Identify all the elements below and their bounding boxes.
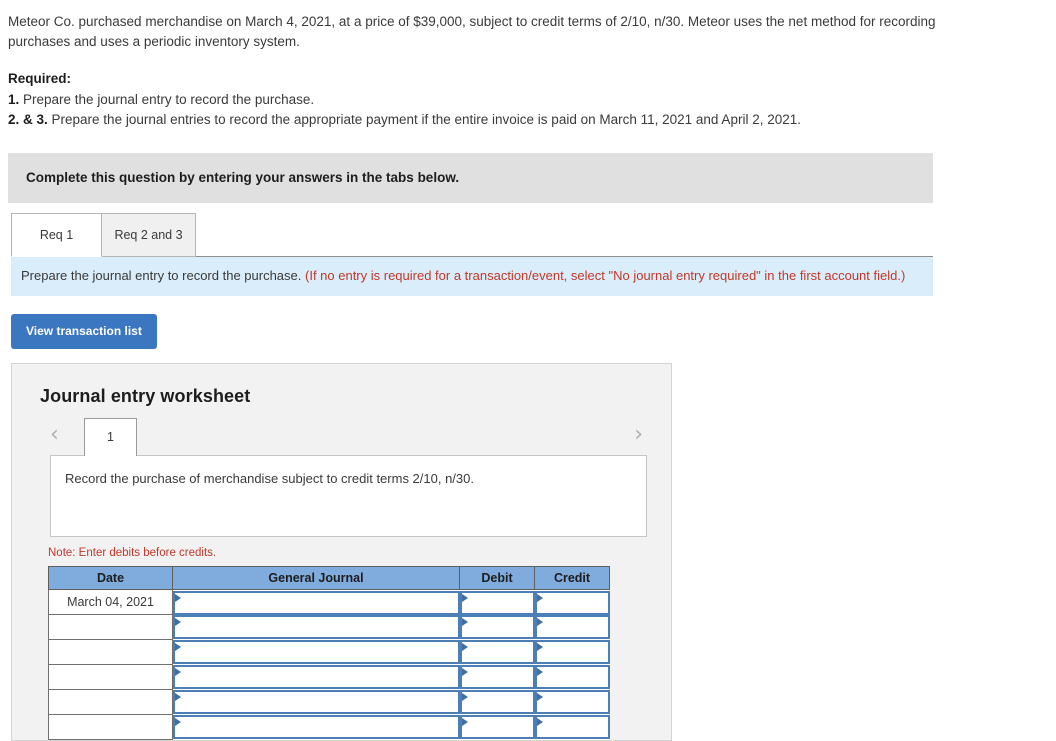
column-header-debit: Debit xyxy=(459,566,535,591)
table-row xyxy=(48,639,610,666)
cell-credit[interactable] xyxy=(534,714,610,740)
account-select-input[interactable] xyxy=(173,640,460,665)
cell-date[interactable] xyxy=(48,614,173,641)
cell-credit[interactable] xyxy=(534,589,610,615)
journal-entry-worksheet-panel: Journal entry worksheet ‹ 1 › Record the… xyxy=(11,363,672,741)
table-row xyxy=(48,614,610,641)
required-block: Required: 1. Prepare the journal entry t… xyxy=(0,69,1056,130)
cell-credit[interactable] xyxy=(534,614,610,640)
table-row xyxy=(48,714,610,741)
credit-input[interactable] xyxy=(534,615,610,640)
requirement-tabs: Req 1 Req 2 and 3 xyxy=(11,212,933,257)
credit-input[interactable] xyxy=(534,690,610,715)
cell-debit[interactable] xyxy=(459,589,535,615)
instruction-banner-text: Complete this question by entering your … xyxy=(26,170,460,186)
requirement-instruction-main: Prepare the journal entry to record the … xyxy=(21,267,305,283)
requirement-instruction-hint: (If no entry is required for a transacti… xyxy=(305,267,906,283)
cell-date[interactable] xyxy=(48,664,173,691)
requirement-1-number: 1. xyxy=(8,91,20,107)
cell-general-journal[interactable] xyxy=(172,614,460,640)
debit-input[interactable] xyxy=(459,590,535,615)
cell-credit[interactable] xyxy=(534,639,610,665)
debit-input[interactable] xyxy=(459,615,535,640)
view-transaction-list-button[interactable]: View transaction list xyxy=(11,314,157,350)
cell-credit[interactable] xyxy=(534,689,610,715)
worksheet-page-tab-1[interactable]: 1 xyxy=(84,418,137,457)
journal-table-header-row: Date General Journal Debit Credit xyxy=(48,566,610,591)
requirement-1: 1. Prepare the journal entry to record t… xyxy=(8,90,1042,110)
column-header-general-journal: General Journal xyxy=(172,566,460,591)
journal-table-body: March 04, 2021 xyxy=(48,589,610,741)
tab-req-1[interactable]: Req 1 xyxy=(11,212,102,257)
column-header-credit: Credit xyxy=(534,566,610,591)
account-select-input[interactable] xyxy=(173,615,460,640)
account-select-input[interactable] xyxy=(173,590,460,615)
chevron-left-icon[interactable]: ‹ xyxy=(50,424,59,446)
problem-statement-text: Meteor Co. purchased merchandise on Marc… xyxy=(8,14,936,49)
required-label: Required: xyxy=(8,71,72,87)
cell-general-journal[interactable] xyxy=(172,639,460,665)
credit-input[interactable] xyxy=(534,715,610,740)
worksheet-title: Journal entry worksheet xyxy=(40,386,251,407)
cell-general-journal[interactable] xyxy=(172,589,460,615)
table-row xyxy=(48,689,610,716)
cell-debit[interactable] xyxy=(459,664,535,690)
requirement-1-text: Prepare the journal entry to record the … xyxy=(19,91,315,107)
debit-input[interactable] xyxy=(459,665,535,690)
journal-entry-table: Date General Journal Debit Credit March … xyxy=(48,566,610,741)
cell-credit[interactable] xyxy=(534,664,610,690)
cell-debit[interactable] xyxy=(459,689,535,715)
worksheet-note: Note: Enter debits before credits. xyxy=(48,547,217,560)
credit-input[interactable] xyxy=(534,665,610,690)
chevron-right-icon[interactable]: › xyxy=(634,424,643,446)
credit-input[interactable] xyxy=(534,640,610,665)
cell-date[interactable] xyxy=(48,639,173,666)
requirement-instruction: Prepare the journal entry to record the … xyxy=(11,256,933,297)
cell-general-journal[interactable] xyxy=(172,689,460,715)
debit-input[interactable] xyxy=(459,640,535,665)
cell-debit[interactable] xyxy=(459,714,535,740)
requirement-2-number: 2. & 3. xyxy=(8,112,48,128)
cell-date[interactable] xyxy=(48,714,173,741)
cell-date[interactable]: March 04, 2021 xyxy=(48,589,173,616)
cell-date[interactable] xyxy=(48,689,173,716)
requirement-2-text: Prepare the journal entries to record th… xyxy=(47,112,801,128)
problem-statement: Meteor Co. purchased merchandise on Marc… xyxy=(0,0,967,51)
tab-req-2-and-3[interactable]: Req 2 and 3 xyxy=(101,212,196,257)
cell-general-journal[interactable] xyxy=(172,664,460,690)
debit-input[interactable] xyxy=(459,690,535,715)
instruction-banner: Complete this question by entering your … xyxy=(8,152,933,203)
account-select-input[interactable] xyxy=(173,715,460,740)
worksheet-pager: ‹ 1 › xyxy=(12,418,671,457)
cell-debit[interactable] xyxy=(459,614,535,640)
table-row: March 04, 2021 xyxy=(48,589,610,616)
account-select-input[interactable] xyxy=(173,690,460,715)
cell-debit[interactable] xyxy=(459,639,535,665)
account-select-input[interactable] xyxy=(173,665,460,690)
table-row xyxy=(48,664,610,691)
column-header-date: Date xyxy=(48,566,173,591)
cell-general-journal[interactable] xyxy=(172,714,460,740)
worksheet-transaction-description: Record the purchase of merchandise subje… xyxy=(50,455,647,538)
debit-input[interactable] xyxy=(459,715,535,740)
requirement-2: 2. & 3. Prepare the journal entries to r… xyxy=(8,110,1042,130)
credit-input[interactable] xyxy=(534,590,610,615)
